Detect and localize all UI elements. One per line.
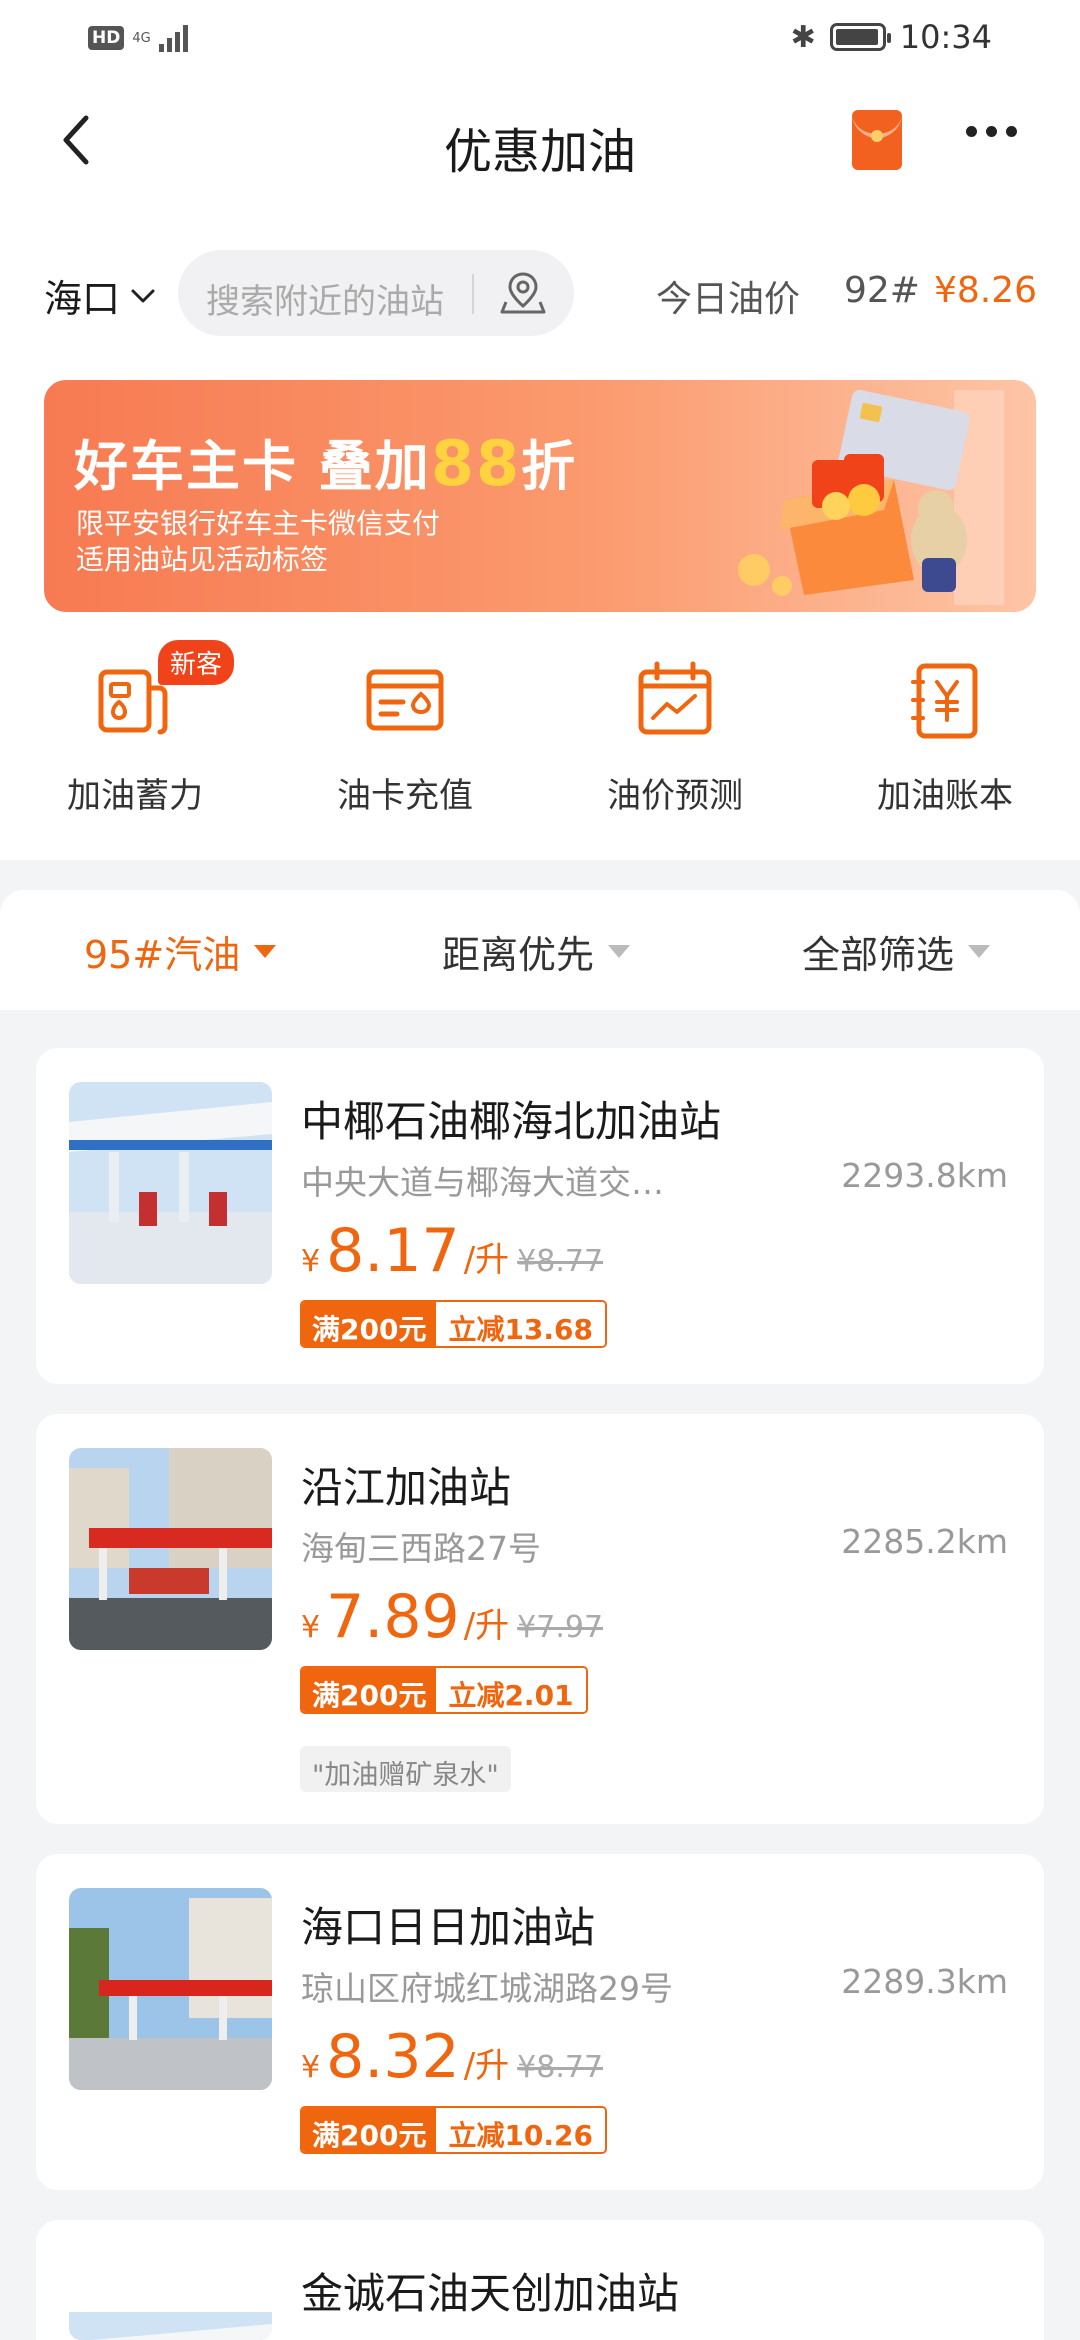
station-address: 海甸三西路27号 (301, 1529, 541, 1568)
price-value: 8.32 (326, 2022, 460, 2092)
station-price: ¥ 8.17 /升 ¥8.77 (301, 1216, 603, 1286)
banner-title-highlight: 88 (430, 427, 522, 500)
activity-tag: "加油赠矿泉水" (300, 1746, 511, 1792)
page-title: 优惠加油 (443, 124, 636, 180)
discount-threshold: 满200元 (302, 1668, 437, 1712)
status-bar: HD 4G ✱ 10:34 (0, 0, 1080, 80)
station-name: 中椰石油椰海北加油站 (301, 1097, 722, 1146)
nav-header: 优惠加油 (0, 90, 1080, 190)
station-price: ¥ 7.89 /升 ¥7.97 (301, 1582, 603, 1652)
discount-badge: 满200元 立减10.26 (300, 2106, 608, 2154)
price-value: 7.89 (326, 1582, 460, 1652)
discount-amount: 立减2.01 (436, 1668, 586, 1712)
fuel-card-icon (366, 669, 444, 731)
original-price: ¥8.77 (517, 1244, 604, 1279)
banner-line-2: 适用油站见活动标签 (76, 543, 329, 576)
original-price: ¥7.97 (517, 1610, 604, 1645)
search-row: 海口 搜索附近的油站 今日油价 92# ¥8.26 (0, 250, 1080, 340)
quick-actions: 加油蓄力 新客 油卡充值 油价预测 加油账本 (0, 640, 1080, 820)
banner-title: 好车主卡 叠加88折 (74, 422, 577, 501)
triangle-down-icon (254, 945, 277, 958)
network-type: 4G (132, 30, 151, 46)
calendar-trend-icon (638, 661, 712, 735)
red-packet-icon[interactable] (852, 110, 902, 170)
promo-banner[interactable]: 好车主卡 叠加88折 限平安银行好车主卡微信支付 适用油站见活动标签 (44, 380, 1036, 612)
station-distance: 2289.3km (841, 1962, 1008, 2001)
filter-distance[interactable]: 距离优先 (442, 924, 631, 979)
banner-line-1: 限平安银行好车主卡微信支付 (76, 507, 441, 540)
battery-icon (829, 23, 891, 51)
hd-icon: HD (88, 26, 125, 50)
station-card[interactable]: 中椰石油椰海北加油站 中央大道与椰海大道交… 2293.8km ¥ 8.17 /… (36, 1048, 1044, 1384)
city-selector[interactable]: 海口 (44, 268, 156, 323)
station-distance: 2285.2km (841, 1522, 1008, 1561)
triangle-down-icon (608, 945, 631, 958)
action-price-forecast[interactable]: 油价预测 (555, 640, 795, 817)
action-label: 油价预测 (607, 776, 743, 816)
location-icon[interactable] (498, 268, 548, 318)
station-card[interactable]: 沿江加油站 海甸三西路27号 2285.2km ¥ 7.89 /升 ¥7.97 … (36, 1414, 1044, 1824)
discount-amount: 立减13.68 (436, 1302, 606, 1346)
station-card[interactable]: 海口日日加油站 琼山区府城红城湖路29号 2289.3km ¥ 8.32 /升 … (36, 1854, 1044, 2190)
filter-label: 95#汽油 (84, 933, 241, 977)
action-fuel-ledger[interactable]: 加油账本 (825, 640, 1065, 817)
action-label: 加油账本 (877, 776, 1013, 816)
new-customer-badge: 新客 (158, 640, 235, 685)
station-address: 中央大道与椰海大道交… (301, 1163, 664, 1202)
filter-bar: 95#汽油 距离优先 全部筛选 (0, 890, 1080, 1010)
ledger-yen-icon (911, 663, 978, 739)
discount-threshold: 满200元 (302, 2108, 437, 2152)
station-name: 海口日日加油站 (301, 1903, 596, 1952)
action-card-recharge[interactable]: 油卡充值 (285, 640, 525, 817)
banner-title-prefix: 好车主卡 叠加 (74, 435, 431, 498)
station-photo (69, 1448, 272, 1650)
currency-symbol: ¥ (301, 2050, 321, 2085)
triangle-down-icon (968, 945, 991, 958)
station-photo (69, 1888, 272, 2090)
banner-title-suffix: 折 (521, 435, 578, 498)
price-unit: /升 (463, 2046, 510, 2086)
gift-box-illustration (738, 390, 1004, 605)
price-unit: /升 (463, 1606, 510, 1646)
discount-amount: 立减10.26 (436, 2108, 606, 2152)
today-price-label: 今日油价 (656, 279, 801, 320)
station-price: ¥ 8.32 /升 ¥8.77 (301, 2022, 603, 2092)
clock: 10:34 (899, 18, 992, 56)
station-distance: 2293.8km (841, 1156, 1008, 1195)
bluetooth-icon: ✱ (790, 19, 816, 55)
station-address: 琼山区府城红城湖路29号 (301, 1969, 673, 2008)
price-value: 8.17 (326, 1216, 460, 1286)
station-name: 金诚石油天创加油站 (301, 2269, 680, 2318)
action-fuel-boost[interactable]: 加油蓄力 新客 (15, 640, 255, 817)
filter-label: 全部筛选 (802, 933, 955, 977)
status-right: ✱ 10:34 (791, 18, 992, 56)
today-price-value: ¥8.26 (934, 270, 1038, 311)
currency-symbol: ¥ (301, 1610, 321, 1645)
action-label: 加油蓄力 (67, 776, 203, 816)
more-icon[interactable] (966, 126, 1017, 137)
search-placeholder: 搜索附近的油站 (206, 282, 444, 322)
top-section: HD 4G ✱ 10:34 优惠加油 海口 搜索附近的油站 今日油价 92# ¥… (0, 0, 1080, 860)
filter-all[interactable]: 全部筛选 (802, 924, 991, 979)
signal-icon (158, 24, 188, 52)
station-name: 沿江加油站 (301, 1463, 512, 1512)
chevron-down-icon (131, 289, 155, 302)
station-photo (69, 2254, 272, 2340)
filter-label: 距离优先 (442, 933, 595, 977)
city-label: 海口 (44, 277, 121, 321)
status-left: HD 4G (88, 24, 188, 52)
search-divider (472, 274, 474, 314)
currency-symbol: ¥ (301, 1244, 321, 1279)
station-photo (69, 1082, 272, 1284)
discount-badge: 满200元 立减13.68 (300, 1300, 608, 1348)
station-card[interactable]: 金诚石油天创加油站 (36, 2220, 1044, 2340)
original-price: ¥8.77 (517, 2050, 604, 2085)
search-input[interactable]: 搜索附近的油站 (178, 250, 574, 336)
fuel-grade: 92# (844, 270, 920, 311)
filter-fuel-type[interactable]: 95#汽油 (84, 924, 277, 979)
discount-badge: 满200元 立减2.01 (300, 1666, 588, 1714)
price-unit: /升 (463, 1240, 510, 1280)
discount-threshold: 满200元 (302, 1302, 437, 1346)
action-label: 油卡充值 (337, 776, 473, 816)
